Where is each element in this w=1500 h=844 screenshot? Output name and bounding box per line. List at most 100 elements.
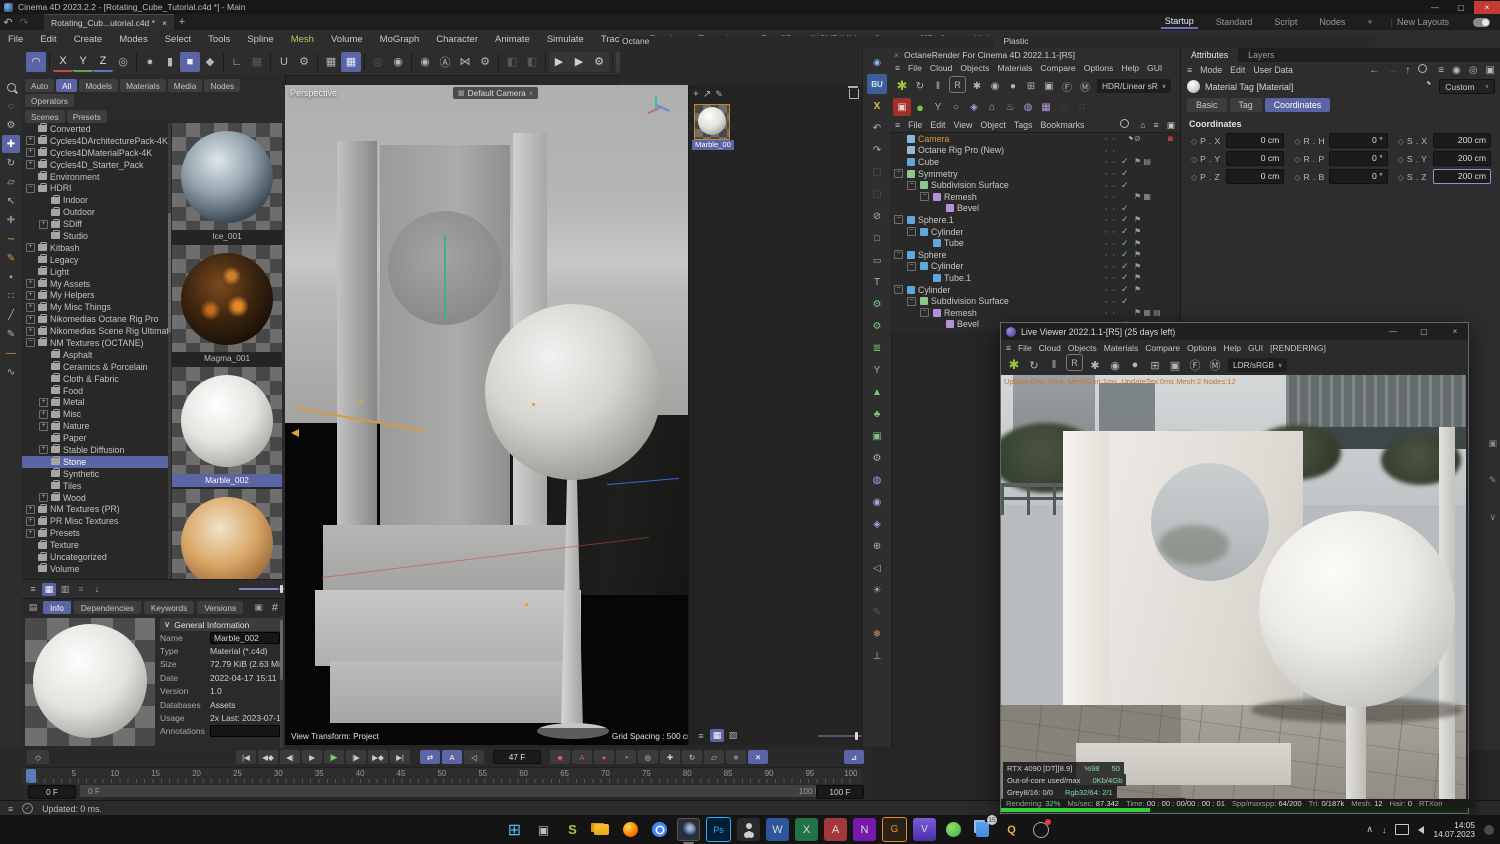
scale-tool[interactable]: ▱ bbox=[2, 173, 20, 191]
record-button[interactable]: ● bbox=[594, 750, 614, 764]
goto-end-button[interactable]: ▶| bbox=[390, 750, 410, 764]
next-frame-button[interactable]: |▶ bbox=[346, 750, 366, 764]
focus-picker-button[interactable]: Ⓕ bbox=[1185, 355, 1205, 375]
list-view-icon[interactable]: ≡ bbox=[694, 729, 708, 742]
edge-pen-icon[interactable]: ✎ bbox=[1489, 475, 1497, 486]
pen-icon[interactable]: ✎ bbox=[2, 325, 20, 343]
line-icon[interactable]: — bbox=[2, 344, 20, 362]
expand-icon[interactable]: + bbox=[39, 445, 48, 455]
display-tray-icon[interactable] bbox=[1395, 824, 1410, 835]
live-viewer-menu-item[interactable]: Cloud bbox=[1039, 343, 1061, 353]
layout-tab-nodes[interactable]: Nodes bbox=[1315, 16, 1349, 28]
octane-logo-button[interactable]: ✱ bbox=[893, 77, 911, 95]
clock[interactable]: 14:05 14.07.2023 bbox=[1433, 820, 1475, 839]
menu-item[interactable]: Edit bbox=[40, 34, 56, 45]
live-viewer-menu-item[interactable]: [RENDERING] bbox=[1270, 343, 1326, 353]
toolbar-icon[interactable] bbox=[49, 52, 50, 71]
cursor-snap-icon[interactable]: ✚ bbox=[2, 211, 20, 229]
tag-icons[interactable]: ⚑ bbox=[1134, 262, 1168, 271]
state-capture-icon[interactable]: ◉ bbox=[867, 52, 887, 72]
hidden-icons-chevron[interactable]: ∧ bbox=[1366, 824, 1373, 835]
onenote-icon[interactable]: N bbox=[853, 818, 876, 841]
folder-item[interactable]: + Wood bbox=[22, 492, 168, 504]
object-manager-menu-item[interactable]: View bbox=[954, 120, 973, 130]
info-tab-dependencies[interactable]: Dependencies bbox=[73, 601, 141, 614]
keyframe-target-icon[interactable]: ◎ bbox=[638, 750, 658, 764]
maximize-button[interactable]: ▢ bbox=[1448, 1, 1474, 14]
folder-item[interactable]: − NM Textures (OCTANE) bbox=[22, 337, 168, 349]
environment-icon[interactable]: ● bbox=[911, 98, 929, 116]
folder-item[interactable]: + Nikomedias Scene Rig Ultimate bbox=[22, 325, 168, 337]
generators-menu[interactable]: ▮ bbox=[160, 52, 180, 72]
visibility-dots[interactable] bbox=[1105, 206, 1121, 211]
material-picker-button[interactable]: Ⓜ bbox=[1076, 77, 1094, 95]
preview-range-bar[interactable]: 0 F 100 F bbox=[80, 785, 828, 797]
asset-tab-scenes[interactable]: Scenes bbox=[25, 110, 65, 123]
diffuse-material-icon[interactable]: Y bbox=[929, 98, 947, 116]
tag-icons[interactable]: ⚑ bbox=[1134, 285, 1168, 294]
visibility-dots[interactable] bbox=[1105, 275, 1121, 280]
record-pla-toggle[interactable]: ✕ bbox=[748, 750, 768, 764]
file-explorer-icon[interactable] bbox=[590, 818, 613, 841]
attr-tab-coordinates[interactable]: Coordinates bbox=[1264, 98, 1331, 112]
cinema4d-icon[interactable] bbox=[677, 818, 700, 844]
settings-gear-icon[interactable]: ⚙ bbox=[867, 448, 887, 468]
folder-item[interactable]: Food bbox=[22, 385, 168, 397]
expand-icon[interactable]: + bbox=[26, 136, 35, 146]
focus-picker-button[interactable]: Ⓕ bbox=[1058, 77, 1076, 95]
expand-icon[interactable]: − bbox=[920, 192, 929, 202]
field-shape-icon[interactable]: ◈ bbox=[867, 514, 887, 534]
panel-menu-icon[interactable]: ≡ bbox=[1187, 65, 1192, 75]
expand-icon[interactable]: + bbox=[39, 397, 48, 407]
folder-item[interactable]: Environment bbox=[22, 171, 168, 183]
expand-icon[interactable]: − bbox=[894, 285, 903, 295]
menu-item[interactable]: Tools bbox=[208, 34, 230, 45]
info-tab-keywords[interactable]: Keywords bbox=[143, 601, 195, 614]
layout-tab-standard[interactable]: Standard bbox=[1212, 16, 1257, 28]
folder-item[interactable]: Studio bbox=[22, 230, 168, 242]
attributes-menu-item[interactable]: User Data bbox=[1253, 65, 1293, 75]
enable-check-icon[interactable]: ✓ bbox=[1121, 238, 1134, 249]
object-item[interactable]: Cube ✓ ⚑ ▤ bbox=[890, 156, 1180, 168]
expand-icon[interactable]: − bbox=[894, 169, 903, 179]
visibility-dots[interactable] bbox=[1105, 252, 1121, 257]
expand-icon[interactable]: − bbox=[894, 250, 903, 260]
folder-item[interactable]: Converted bbox=[22, 123, 168, 135]
folder-item[interactable]: Stone bbox=[22, 455, 168, 468]
add-material-icon[interactable]: + bbox=[693, 89, 699, 100]
visibility-dots[interactable] bbox=[1105, 217, 1121, 222]
toolbar-icon[interactable] bbox=[317, 52, 318, 71]
loop-toggle[interactable]: ⇄ bbox=[420, 750, 440, 764]
info-tab-info[interactable]: Info bbox=[43, 601, 71, 614]
key-diamond-icon[interactable] bbox=[1398, 136, 1404, 146]
generator-gear-icon[interactable]: ⚙ bbox=[867, 294, 887, 314]
folder-item[interactable]: Legacy bbox=[22, 254, 168, 266]
toolbar-icon[interactable] bbox=[411, 52, 412, 71]
layout-tab-script[interactable]: Script bbox=[1270, 16, 1301, 28]
live-viewer-menu-item[interactable]: Materials bbox=[1104, 343, 1138, 353]
excel-icon[interactable]: X bbox=[795, 818, 818, 841]
object-item[interactable]: − Cylinder ✓ ⚑ bbox=[890, 261, 1180, 273]
object-manager-menu-item[interactable]: Object bbox=[980, 120, 1005, 130]
visibility-dots[interactable] bbox=[1105, 136, 1121, 141]
object-item[interactable]: − Sphere ✓ ⚑ bbox=[890, 249, 1180, 261]
fcurve-button[interactable]: ⊿ bbox=[844, 750, 864, 764]
thumb-marble-002[interactable]: Marble_002 bbox=[172, 367, 282, 487]
menu-item[interactable]: Select bbox=[165, 34, 191, 45]
minimize-button[interactable]: — bbox=[1422, 1, 1448, 14]
enable-check-icon[interactable]: ✓ bbox=[1121, 156, 1134, 167]
enable-check-icon[interactable]: ✓ bbox=[1121, 203, 1134, 214]
panel-menu-icon[interactable]: ≡ bbox=[895, 63, 900, 73]
om-home-icon[interactable]: ⌂ bbox=[1140, 120, 1145, 130]
octane-menu-item[interactable]: GUI bbox=[1147, 63, 1162, 73]
preview-size-slider[interactable] bbox=[818, 731, 864, 740]
mirror-tool[interactable]: ⋈ bbox=[455, 52, 475, 72]
detail-view-icon[interactable]: ▥ bbox=[58, 583, 72, 596]
lock-resolution-button[interactable]: ◉ bbox=[986, 77, 1004, 95]
move-tool[interactable]: ✚ bbox=[2, 135, 20, 153]
search-icon[interactable] bbox=[2, 78, 20, 96]
folder-item[interactable]: + Cycles4D_Starter_Pack bbox=[22, 159, 168, 171]
folder-item[interactable]: + Metal bbox=[22, 396, 168, 408]
live-viewer-menu-item[interactable]: Options bbox=[1187, 343, 1216, 353]
prev-key-button[interactable]: ◀◆ bbox=[258, 750, 278, 764]
